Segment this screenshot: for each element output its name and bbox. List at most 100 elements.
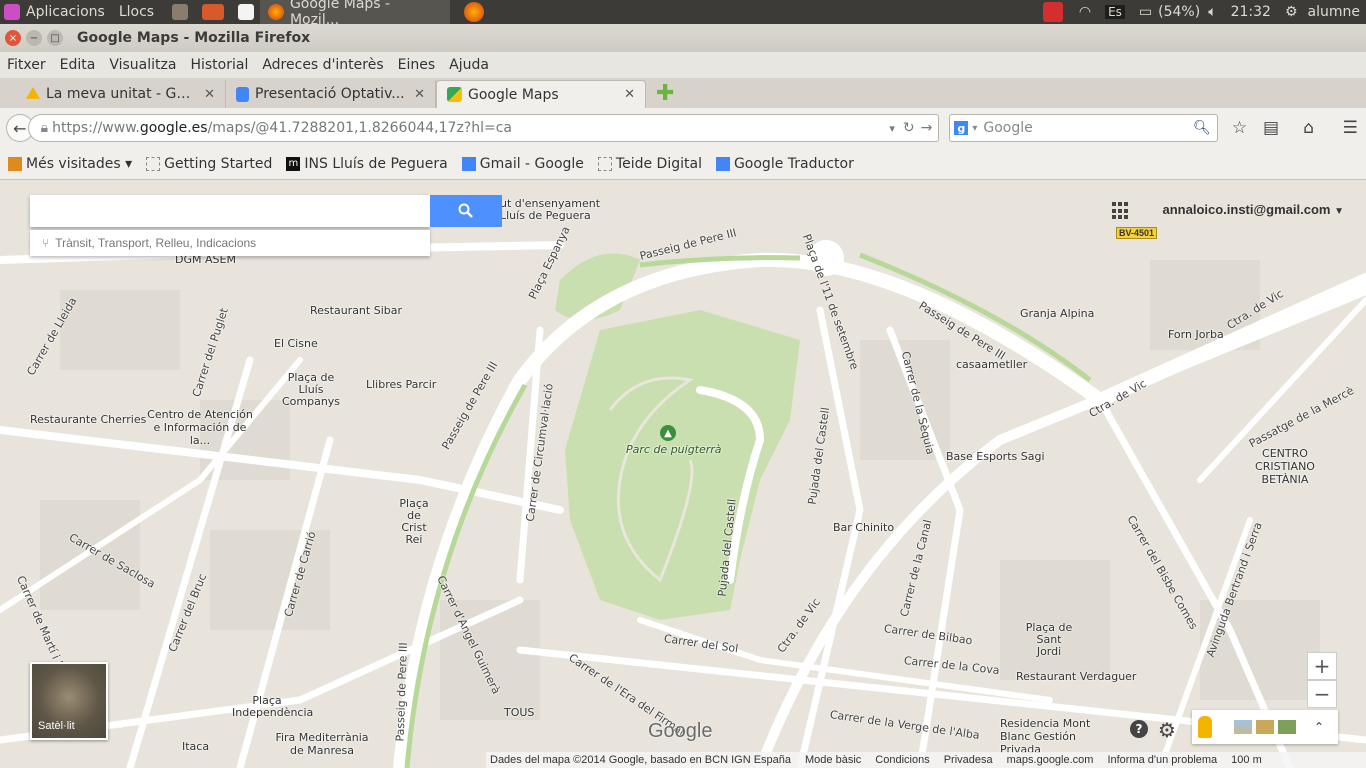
menu-bookmarks[interactable]: Adreces d'interès bbox=[255, 57, 390, 73]
place-label[interactable]: El Cisne bbox=[274, 337, 318, 350]
new-tab-icon[interactable]: ✚ bbox=[656, 81, 674, 106]
tab-google-drive[interactable]: La meva unitat - Goo... ✕ bbox=[16, 80, 226, 108]
moodle-icon: m bbox=[286, 156, 301, 171]
firefox-launcher-icon[interactable] bbox=[464, 2, 485, 22]
wifi-icon[interactable]: ◠ bbox=[1079, 4, 1091, 20]
terms-link[interactable]: Condicions bbox=[875, 754, 929, 766]
places-menu[interactable]: Llocs bbox=[115, 0, 158, 24]
pegman-icon[interactable] bbox=[1198, 716, 1212, 738]
place-label[interactable]: Restaurante Cherries bbox=[30, 413, 146, 426]
menu-view[interactable]: Visualitza bbox=[102, 57, 183, 73]
place-label[interactable]: Restaurant Verdaguer bbox=[1016, 670, 1136, 683]
battery-icon[interactable]: ▭ bbox=[1139, 4, 1152, 20]
search-options-hint[interactable]: ⑂ Trànsit, Transport, Relleu, Indicacion… bbox=[30, 230, 430, 256]
place-label[interactable]: casaametller bbox=[956, 358, 1027, 371]
url-prefix: https://www. bbox=[52, 120, 140, 136]
apps-menu[interactable]: Aplicacions bbox=[0, 0, 109, 24]
text-editor-icon[interactable] bbox=[238, 4, 255, 20]
place-label[interactable]: ut d'ensenyament Lluís de Peguera bbox=[500, 198, 600, 222]
report-problem-link[interactable]: Informa d'un problema bbox=[1107, 754, 1217, 766]
settings-gear-icon[interactable]: ⚙ bbox=[1285, 4, 1298, 20]
menu-file[interactable]: Fitxer bbox=[0, 57, 53, 73]
zoom-in-button[interactable]: + bbox=[1307, 652, 1337, 680]
park-label[interactable]: Parc de puigterrà bbox=[626, 443, 722, 456]
bookmarks-list-icon[interactable]: ▤ bbox=[1255, 118, 1287, 138]
keyboard-layout-indicator[interactable]: Es bbox=[1105, 5, 1125, 19]
place-label[interactable]: Restaurant Sibar bbox=[310, 304, 402, 317]
map-canvas[interactable]: ut d'ensenyament Lluís de Peguera DGM AS… bbox=[0, 180, 1366, 768]
google-apps-grid-icon[interactable] bbox=[1112, 202, 1130, 220]
place-label[interactable]: Plaça de Crist Rei bbox=[394, 498, 434, 546]
maps-search-input[interactable] bbox=[30, 195, 430, 227]
tab-google-maps[interactable]: Google Maps ✕ bbox=[436, 80, 646, 108]
close-window-button[interactable]: × bbox=[5, 30, 21, 46]
home-icon[interactable]: ⌂ bbox=[1293, 118, 1325, 138]
bookmark-teide-digital[interactable]: Teide Digital bbox=[597, 156, 702, 172]
url-bar[interactable]: 🔒︎ https://www. google.es/maps/@41.728820… bbox=[27, 114, 940, 142]
bookmark-gmail[interactable]: Gmail - Google bbox=[461, 156, 584, 172]
place-label[interactable]: Residencia Mont Blanc Gestión Privada bbox=[1000, 717, 1120, 756]
earth-thumbnail-icon[interactable] bbox=[1234, 720, 1252, 734]
bookmark-star-icon[interactable]: ☆ bbox=[1224, 118, 1256, 138]
place-label[interactable]: Itaca bbox=[182, 740, 209, 753]
tab-presentation[interactable]: Presentació Optativ... ✕ bbox=[226, 80, 436, 108]
user-name[interactable]: alumne bbox=[1308, 4, 1360, 20]
place-label[interactable]: Centro de Atención e Información de la..… bbox=[145, 408, 255, 447]
basic-mode-link[interactable]: Mode bàsic bbox=[805, 754, 861, 766]
navigation-bar: ← 🔒︎ https://www. google.es/maps/@41.7288… bbox=[0, 108, 1366, 148]
maximize-window-button[interactable]: □ bbox=[47, 30, 63, 46]
place-label[interactable]: Plaça de Lluís Companys bbox=[276, 372, 346, 408]
menu-tools[interactable]: Eines bbox=[391, 57, 443, 73]
close-tab-icon[interactable]: ✕ bbox=[414, 87, 425, 102]
terrain-thumbnail-icon[interactable] bbox=[1256, 720, 1274, 734]
place-label[interactable]: Plaça Independència bbox=[232, 695, 313, 719]
place-label[interactable]: CENTRO CRISTIANO BETÀNIA bbox=[1233, 447, 1337, 486]
close-tab-icon[interactable]: ✕ bbox=[204, 87, 215, 102]
hamburger-menu-icon[interactable]: ☰ bbox=[1334, 118, 1366, 138]
account-menu[interactable]: annaloico.insti@gmail.com ▼ bbox=[1162, 202, 1344, 217]
minimize-window-button[interactable]: − bbox=[26, 30, 42, 46]
privacy-link[interactable]: Privadesa bbox=[944, 754, 993, 766]
taskbar-firefox-window[interactable]: Google Maps - Mozil... bbox=[260, 0, 451, 28]
maps-search-button[interactable] bbox=[430, 195, 502, 227]
search-engine-dropdown-icon[interactable]: ▾ bbox=[972, 123, 977, 134]
map-data-credit[interactable]: Dades del mapa ©2014 Google, basado en B… bbox=[490, 754, 791, 766]
photo-thumbnail-icon[interactable] bbox=[1278, 720, 1296, 734]
place-label[interactable]: Base Esports Sagi bbox=[946, 450, 1045, 463]
volume-icon[interactable]: 🔈︎ bbox=[1208, 4, 1216, 20]
help-icon[interactable]: ? bbox=[1130, 720, 1148, 738]
url-go-icon[interactable]: → bbox=[921, 120, 933, 136]
scale-label[interactable]: 100 m bbox=[1231, 754, 1262, 766]
menu-edit[interactable]: Edita bbox=[53, 57, 103, 73]
magnifier-icon[interactable]: 🔍︎ bbox=[1193, 120, 1211, 136]
close-tab-icon[interactable]: ✕ bbox=[624, 87, 635, 102]
place-label[interactable]: Forn Jorba bbox=[1168, 328, 1224, 341]
bookmark-google-translate[interactable]: Google Traductor bbox=[715, 156, 854, 172]
gimp-icon[interactable] bbox=[172, 4, 189, 20]
place-label[interactable]: Llibres Parcir bbox=[366, 378, 436, 391]
place-label[interactable]: Plaça de Sant Jordi bbox=[1024, 622, 1074, 658]
reload-icon[interactable]: ↻ bbox=[903, 120, 915, 136]
place-label[interactable]: Fira Mediterrània de Manresa bbox=[272, 731, 372, 757]
bookmark-most-visited[interactable]: Més visitades ▾ bbox=[8, 156, 132, 172]
bookmark-ins-lluis[interactable]: m INS Lluís de Peguera bbox=[286, 156, 448, 172]
expand-chevron-icon[interactable]: ⌃ bbox=[1314, 720, 1324, 734]
bookmark-getting-started[interactable]: Getting Started bbox=[146, 156, 272, 172]
url-dropdown-icon[interactable]: ▾ bbox=[889, 122, 895, 135]
menu-history[interactable]: Historial bbox=[183, 57, 255, 73]
clock[interactable]: 21:32 bbox=[1231, 4, 1271, 20]
place-label[interactable]: Bar Chinito bbox=[833, 521, 894, 534]
search-bar[interactable]: g ▾ Google 🔍︎ bbox=[949, 114, 1218, 142]
menu-help[interactable]: Ajuda bbox=[442, 57, 496, 73]
tree-icon[interactable]: ▲ bbox=[660, 425, 676, 441]
maps-domain-link[interactable]: maps.google.com bbox=[1007, 754, 1094, 766]
google-search-engine-icon[interactable]: g bbox=[954, 121, 969, 135]
home-folder-icon[interactable] bbox=[202, 4, 225, 20]
satellite-toggle[interactable]: Satèl·lit bbox=[30, 662, 108, 740]
power-icon[interactable] bbox=[1042, 2, 1063, 22]
map-base-layer bbox=[0, 180, 1366, 768]
place-label[interactable]: TOUS bbox=[504, 706, 534, 719]
zoom-out-button[interactable]: − bbox=[1307, 680, 1337, 708]
settings-icon[interactable]: ⚙ bbox=[1158, 718, 1176, 742]
place-label[interactable]: Granja Alpina bbox=[1020, 307, 1094, 320]
